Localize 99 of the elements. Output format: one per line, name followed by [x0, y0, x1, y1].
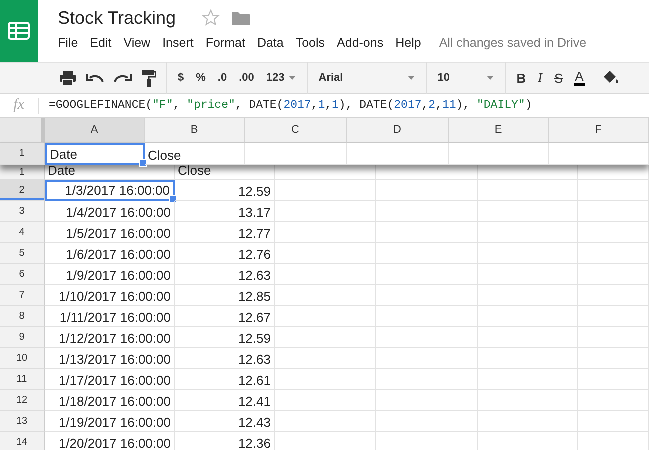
- table-cell: 13.17: [175, 201, 275, 222]
- table-cell: 1/9/2017 16:00:00: [45, 264, 175, 285]
- row-header[interactable]: 9: [0, 327, 45, 348]
- paint-format-icon[interactable]: [142, 70, 156, 86]
- table-cell: [578, 285, 649, 306]
- star-icon[interactable]: [202, 9, 220, 27]
- caret-icon: [288, 76, 296, 80]
- row-header[interactable]: 5: [0, 243, 45, 264]
- row-header[interactable]: 4: [0, 222, 45, 243]
- table-cell: [578, 306, 649, 327]
- sheet-grid-icon: [8, 22, 30, 40]
- folder-icon[interactable]: [232, 10, 250, 26]
- bold-button[interactable]: B: [516, 70, 528, 86]
- table-cell: [578, 411, 649, 432]
- table-cell: 12.61: [175, 369, 275, 390]
- column-header[interactable]: D: [347, 118, 449, 143]
- column-header[interactable]: A: [45, 118, 145, 143]
- document-title[interactable]: Stock Tracking: [58, 8, 176, 28]
- row-header[interactable]: 2: [0, 180, 45, 201]
- table-cell: 1/20/2017 16:00:00: [45, 432, 175, 450]
- row-header[interactable]: 3: [0, 201, 45, 222]
- percent-format-button[interactable]: %: [195, 72, 207, 84]
- font-dropdown[interactable]: Arial: [318, 72, 416, 84]
- column-header[interactable]: C: [245, 118, 347, 143]
- menu-item[interactable]: Tools: [296, 36, 326, 50]
- menu-item[interactable]: Format: [206, 36, 246, 50]
- table-cell: [578, 390, 649, 411]
- table-cell: 12.36: [175, 432, 275, 450]
- table-cell: 1/10/2017 16:00:00: [45, 285, 175, 306]
- menu-item[interactable]: Add-ons: [337, 36, 384, 50]
- increase-decimals-button[interactable]: .00: [238, 72, 256, 84]
- font-size-dropdown[interactable]: 10: [436, 72, 495, 84]
- table-cell: 1/11/2017 16:00:00: [45, 306, 175, 327]
- table-cell: [578, 243, 649, 264]
- row-header[interactable]: 8: [0, 306, 45, 327]
- row-header[interactable]: 7: [0, 285, 45, 306]
- menu-item[interactable]: Data: [257, 36, 284, 50]
- table-cell: 1/5/2017 16:00:00: [45, 222, 175, 243]
- table-cell: 12.76: [175, 243, 275, 264]
- table-cell: 12.43: [175, 411, 275, 432]
- table-cell: 12.59: [175, 327, 275, 348]
- print-icon[interactable]: [60, 70, 76, 86]
- strikethrough-button[interactable]: S: [553, 70, 564, 86]
- column-header[interactable]: E: [449, 118, 549, 143]
- table-cell: [578, 348, 649, 369]
- table-cell: [578, 222, 649, 243]
- text-color-button[interactable]: A: [574, 70, 585, 86]
- column-header[interactable]: B: [145, 118, 245, 143]
- table-cell: 1/18/2017 16:00:00: [45, 390, 175, 411]
- table-cell: 12.63: [175, 348, 275, 369]
- number-format-dropdown[interactable]: 123: [265, 72, 297, 84]
- row-header[interactable]: 10: [0, 348, 45, 369]
- table-cell: [578, 165, 649, 180]
- row-header[interactable]: 13: [0, 411, 45, 432]
- row-header[interactable]: 1: [0, 165, 45, 180]
- column-header[interactable]: F: [549, 118, 649, 143]
- table-cell: 1/17/2017 16:00:00: [45, 369, 175, 390]
- caret-icon: [486, 76, 494, 80]
- save-status: All changes saved in Drive: [439, 36, 587, 50]
- function-label: fx: [12, 97, 26, 114]
- menu-item[interactable]: Help: [396, 36, 422, 50]
- table-cell: 12.59: [175, 180, 275, 201]
- italic-button[interactable]: I: [537, 70, 544, 86]
- formula-text[interactable]: =GOOGLEFINANCE("F", "price", DATE(2017,1,1), DATE(2017,2,11), "DAILY"): [49, 99, 532, 112]
- row-header[interactable]: 11: [0, 369, 45, 390]
- table-cell: 1/4/2017 16:00:00: [45, 201, 175, 222]
- redo-icon[interactable]: [114, 73, 132, 83]
- sheets-logo[interactable]: [0, 0, 38, 62]
- table-cell: [578, 369, 649, 390]
- table-cell: Date: [45, 165, 175, 180]
- table-cell: [578, 180, 649, 201]
- table-cell: 1/6/2017 16:00:00: [45, 243, 175, 264]
- table-cell: 1/3/2017 16:00:00: [45, 180, 175, 201]
- menu-item[interactable]: File: [58, 36, 78, 50]
- row-header[interactable]: 6: [0, 264, 45, 285]
- table-cell: Close: [175, 165, 275, 180]
- row-header[interactable]: 14: [0, 432, 45, 450]
- table-cell: 12.41: [175, 390, 275, 411]
- table-cell: 12.63: [175, 264, 275, 285]
- row-header[interactable]: 12: [0, 390, 45, 411]
- caret-icon: [408, 76, 415, 80]
- table-cell: 12.67: [175, 306, 275, 327]
- table-cell: Close: [145, 143, 245, 165]
- table-cell: Date: [45, 143, 145, 165]
- table-cell: 1/19/2017 16:00:00: [45, 411, 175, 432]
- table-cell: 1/12/2017 16:00:00: [45, 327, 175, 348]
- table-cell: 12.85: [175, 285, 275, 306]
- table-cell: [578, 327, 649, 348]
- undo-icon[interactable]: [86, 73, 104, 83]
- table-cell: 12.77: [175, 222, 275, 243]
- currency-format-button[interactable]: $: [177, 72, 186, 84]
- row-header[interactable]: 1: [0, 143, 45, 165]
- table-cell: 1/13/2017 16:00:00: [45, 348, 175, 369]
- decrease-decimals-button[interactable]: .0: [216, 72, 228, 84]
- menu-item[interactable]: Insert: [162, 36, 194, 50]
- table-cell: [578, 201, 649, 222]
- menu-item[interactable]: Edit: [90, 36, 112, 50]
- table-cell: [578, 264, 649, 285]
- menu-item[interactable]: View: [124, 36, 151, 50]
